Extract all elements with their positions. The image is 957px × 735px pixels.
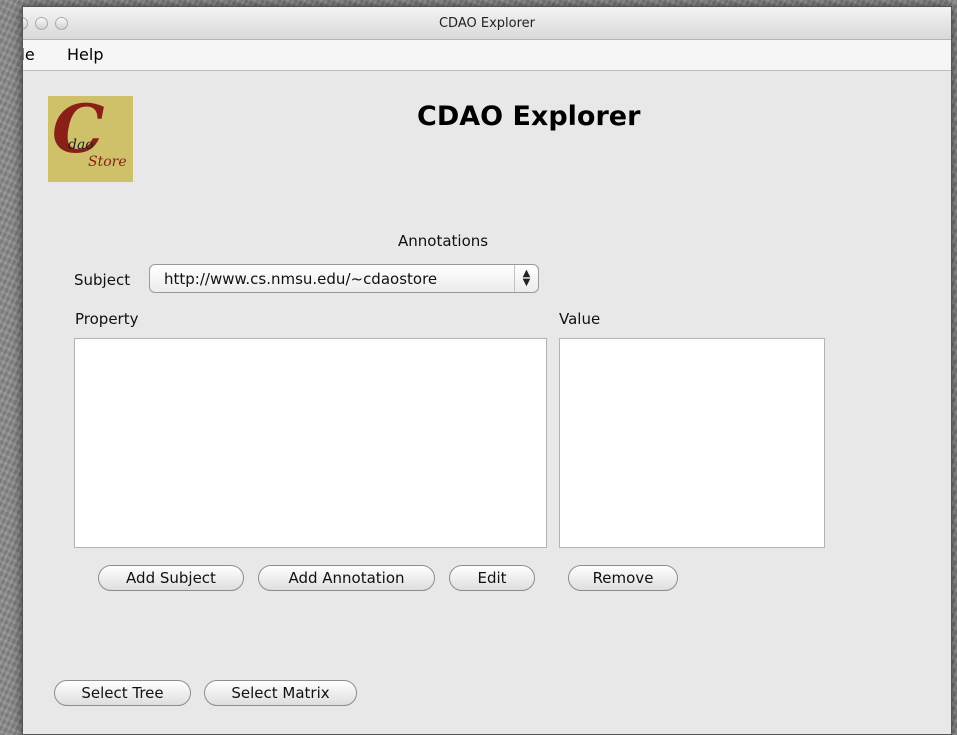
value-list[interactable] — [559, 338, 825, 548]
edit-button[interactable]: Edit — [449, 565, 535, 591]
subject-select[interactable]: http://www.cs.nmsu.edu/~cdaostore ▲ ▼ — [149, 264, 539, 293]
subject-select-value: http://www.cs.nmsu.edu/~cdaostore — [164, 270, 438, 288]
add-annotation-button[interactable]: Add Annotation — [258, 565, 435, 591]
cdaostore-logo: C dao Store — [48, 90, 133, 182]
window-title: CDAO Explorer — [438, 16, 535, 31]
annotations-section-title: Annotations — [398, 232, 489, 250]
title-bar[interactable]: CDAO Explorer — [23, 7, 951, 40]
app-window: CDAO Explorer File Help C dao Store CDAO… — [22, 6, 952, 735]
page-title: CDAO Explorer — [417, 101, 641, 132]
property-label: Property — [75, 310, 139, 328]
menu-file[interactable]: File — [23, 45, 35, 64]
property-list[interactable] — [74, 338, 547, 548]
subject-label: Subject — [74, 271, 131, 289]
up-down-arrows-icon: ▲ ▼ — [514, 265, 538, 292]
menu-bar: File Help — [23, 40, 951, 71]
logo-text-store: Store — [88, 154, 127, 170]
remove-button[interactable]: Remove — [568, 565, 678, 591]
select-tree-button[interactable]: Select Tree — [54, 680, 191, 706]
add-subject-button[interactable]: Add Subject — [98, 565, 244, 591]
logo-text-dao: dao — [68, 137, 94, 153]
select-matrix-button[interactable]: Select Matrix — [204, 680, 357, 706]
value-label: Value — [559, 310, 601, 328]
menu-help[interactable]: Help — [67, 45, 103, 64]
